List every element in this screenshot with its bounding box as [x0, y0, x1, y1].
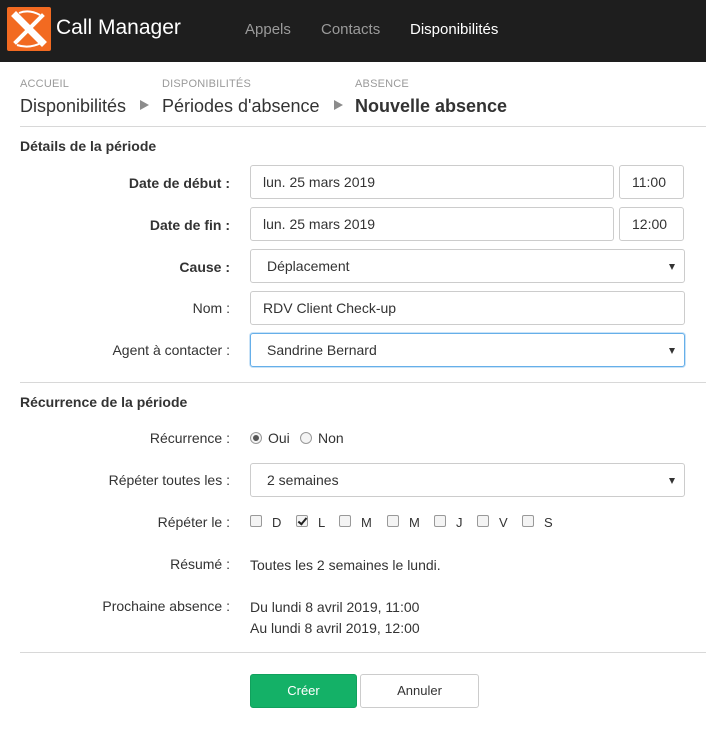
start-date-label: Date de début :	[128, 175, 230, 191]
cause-select-value: Déplacement	[267, 258, 350, 274]
day-checkbox-monday[interactable]	[296, 515, 308, 527]
summary-value: Toutes les 2 semaines le lundi.	[250, 557, 441, 573]
agent-select[interactable]: Sandrine Bernard	[250, 333, 685, 367]
start-time-input[interactable]: 11:00	[619, 165, 684, 199]
next-absence-to: Au lundi 8 avril 2019, 12:00	[250, 620, 420, 636]
breadcrumb-link-periodes[interactable]: Périodes d'absence	[162, 96, 320, 117]
day-checkbox-friday[interactable]	[477, 515, 489, 527]
day-label: M	[409, 515, 420, 530]
divider	[20, 652, 706, 653]
name-label: Nom :	[192, 300, 230, 316]
chevron-down-icon	[669, 264, 675, 270]
recurrence-no-radio[interactable]	[300, 432, 312, 444]
chevron-down-icon	[669, 348, 675, 354]
nav-disponibilites[interactable]: Disponibilités	[410, 21, 498, 38]
day-checkbox-tuesday[interactable]	[339, 515, 351, 527]
recurrence-no-label[interactable]: Non	[318, 430, 344, 446]
day-checkbox-thursday[interactable]	[434, 515, 446, 527]
breadcrumb-link-disponibilites[interactable]: Disponibilités	[20, 96, 126, 117]
day-label: S	[544, 515, 553, 530]
agent-label: Agent à contacter :	[112, 342, 230, 358]
start-date-input[interactable]: lun. 25 mars 2019	[250, 165, 614, 199]
repeat-every-select[interactable]: 2 semaines	[250, 463, 685, 497]
breadcrumb-caption-disponibilites: DISPONIBILITÉS	[162, 78, 251, 90]
agent-select-value: Sandrine Bernard	[267, 342, 377, 358]
repeat-on-label: Répéter le :	[157, 514, 230, 530]
name-input[interactable]: RDV Client Check-up	[250, 291, 685, 325]
day-checkbox-saturday[interactable]	[522, 515, 534, 527]
divider	[20, 126, 706, 127]
cause-label: Cause :	[179, 259, 230, 275]
section-title-details: Détails de la période	[20, 138, 157, 154]
end-date-label: Date de fin :	[149, 217, 230, 233]
day-label: V	[499, 515, 508, 530]
breadcrumb-caption-absence: ABSENCE	[355, 78, 409, 90]
chevron-down-icon	[669, 478, 675, 484]
breadcrumb-arrow-icon	[334, 100, 343, 110]
breadcrumb-current-page: Nouvelle absence	[355, 96, 508, 116]
day-checkbox-sunday[interactable]	[250, 515, 262, 527]
recurrence-label: Récurrence :	[149, 430, 230, 446]
nav-appels[interactable]: Appels	[245, 21, 291, 38]
breadcrumb-arrow-icon	[140, 100, 149, 110]
divider	[20, 382, 706, 383]
repeat-every-label: Répéter toutes les :	[108, 472, 230, 488]
create-button[interactable]: Créer	[250, 674, 357, 708]
day-label: M	[361, 515, 372, 530]
cancel-button[interactable]: Annuler	[360, 674, 479, 708]
app-title: Call Manager	[56, 16, 181, 39]
end-date-input[interactable]: lun. 25 mars 2019	[250, 207, 614, 241]
day-label: J	[456, 515, 463, 530]
next-absence-from: Du lundi 8 avril 2019, 11:00	[250, 599, 420, 615]
recurrence-yes-label[interactable]: Oui	[268, 430, 290, 446]
summary-label: Résumé :	[170, 556, 230, 572]
top-navbar: Call Manager Appels Contacts Disponibili…	[0, 0, 706, 62]
day-label: D	[272, 515, 282, 530]
next-absence-label: Prochaine absence :	[102, 598, 230, 614]
breadcrumb-caption-accueil: ACCUEIL	[20, 78, 70, 90]
day-checkbox-wednesday[interactable]	[387, 515, 399, 527]
day-label: L	[318, 515, 326, 530]
repeat-every-value: 2 semaines	[267, 472, 339, 488]
recurrence-yes-radio[interactable]	[250, 432, 262, 444]
section-title-recurrence: Récurrence de la période	[20, 394, 188, 410]
nav-contacts[interactable]: Contacts	[321, 21, 380, 38]
call-manager-logo-icon[interactable]	[7, 7, 51, 51]
end-time-input[interactable]: 12:00	[619, 207, 684, 241]
cause-select[interactable]: Déplacement	[250, 249, 685, 283]
